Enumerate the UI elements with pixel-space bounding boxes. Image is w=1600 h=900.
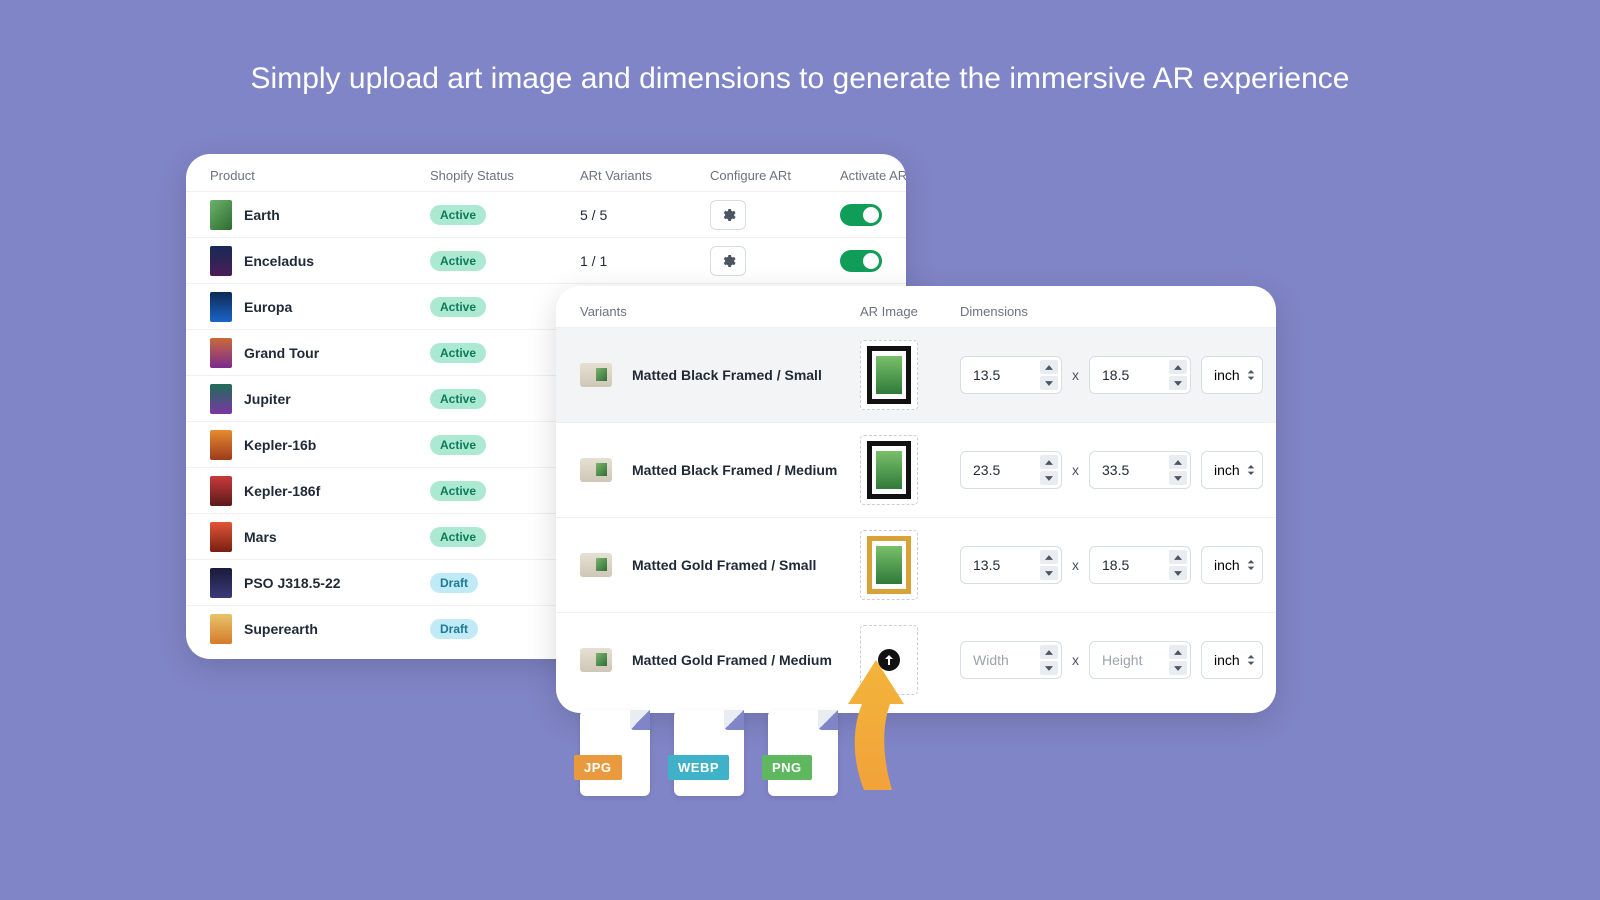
product-thumb: [210, 384, 232, 414]
product-name: Jupiter: [244, 391, 291, 407]
width-step-down[interactable]: [1040, 661, 1058, 675]
file-type-icons: JPG WEBP PNG: [580, 710, 838, 796]
ar-image-frame: [867, 441, 911, 499]
status-badge: Draft: [430, 619, 478, 639]
unit-select[interactable]: inch: [1201, 451, 1263, 489]
file-icon-jpg: JPG: [580, 710, 650, 796]
status-badge: Active: [430, 527, 486, 547]
product-row[interactable]: Enceladus Active 1 / 1: [186, 237, 906, 283]
status-badge: Draft: [430, 573, 478, 593]
status-badge: Active: [430, 481, 486, 501]
variant-row[interactable]: Matted Gold Framed / Small x inch: [556, 517, 1276, 612]
product-thumb: [210, 476, 232, 506]
headline: Simply upload art image and dimensions t…: [0, 62, 1600, 96]
product-table-header: Product Shopify Status ARt Variants Conf…: [186, 168, 906, 191]
status-badge: Active: [430, 389, 486, 409]
col-product: Product: [210, 168, 430, 183]
dimension-x: x: [1072, 462, 1079, 478]
product-row[interactable]: Earth Active 5 / 5: [186, 191, 906, 237]
ar-image-slot[interactable]: [860, 530, 918, 600]
height-step-down[interactable]: [1169, 376, 1187, 390]
variant-name: Matted Gold Framed / Medium: [632, 652, 860, 668]
unit-select[interactable]: inch: [1201, 641, 1263, 679]
upload-arrow-icon: [840, 630, 950, 790]
ar-image-frame: [867, 346, 911, 404]
width-step-up[interactable]: [1040, 455, 1058, 469]
file-icon-png: PNG: [768, 710, 838, 796]
status-badge: Active: [430, 251, 486, 271]
dimension-x: x: [1072, 557, 1079, 573]
product-thumb: [210, 568, 232, 598]
col-shopify-status: Shopify Status: [430, 168, 580, 183]
file-tag-webp: WEBP: [668, 755, 729, 780]
width-step-up[interactable]: [1040, 550, 1058, 564]
configure-button[interactable]: [710, 200, 746, 230]
dimension-x: x: [1072, 652, 1079, 668]
col-variants: Variants: [580, 304, 860, 319]
col-activate: Activate ARt: [840, 168, 906, 183]
height-step-up[interactable]: [1169, 360, 1187, 374]
variant-row[interactable]: Matted Black Framed / Small x inch: [556, 327, 1276, 422]
product-thumb: [210, 200, 232, 230]
variants-count: 1 / 1: [580, 253, 710, 269]
width-step-up[interactable]: [1040, 645, 1058, 659]
variant-row[interactable]: Matted Black Framed / Medium x inch: [556, 422, 1276, 517]
variant-thumb: [580, 363, 612, 387]
activate-toggle[interactable]: [840, 250, 882, 272]
activate-toggle[interactable]: [840, 204, 882, 226]
product-name: Mars: [244, 529, 277, 545]
product-name: Superearth: [244, 621, 318, 637]
col-configure: Configure ARt: [710, 168, 840, 183]
col-dimensions: Dimensions: [960, 304, 1252, 319]
width-step-up[interactable]: [1040, 360, 1058, 374]
height-step-up[interactable]: [1169, 550, 1187, 564]
dimension-x: x: [1072, 367, 1079, 383]
product-name: Grand Tour: [244, 345, 319, 361]
status-badge: Active: [430, 205, 486, 225]
product-name: Enceladus: [244, 253, 314, 269]
width-step-down[interactable]: [1040, 566, 1058, 580]
ar-image-slot[interactable]: [860, 435, 918, 505]
variants-count: 5 / 5: [580, 207, 710, 223]
height-step-up[interactable]: [1169, 455, 1187, 469]
status-badge: Active: [430, 435, 486, 455]
height-step-down[interactable]: [1169, 471, 1187, 485]
col-ar-image: AR Image: [860, 304, 960, 319]
height-step-down[interactable]: [1169, 566, 1187, 580]
product-name: Europa: [244, 299, 292, 315]
variant-thumb: [580, 458, 612, 482]
variant-name: Matted Black Framed / Small: [632, 367, 860, 383]
variant-thumb: [580, 553, 612, 577]
product-name: Earth: [244, 207, 280, 223]
variant-name: Matted Gold Framed / Small: [632, 557, 860, 573]
product-name: Kepler-186f: [244, 483, 320, 499]
ar-image-frame: [867, 536, 911, 594]
unit-select[interactable]: inch: [1201, 356, 1263, 394]
ar-image-slot[interactable]: [860, 340, 918, 410]
width-step-down[interactable]: [1040, 471, 1058, 485]
col-art-variants: ARt Variants: [580, 168, 710, 183]
configure-button[interactable]: [710, 246, 746, 276]
height-step-up[interactable]: [1169, 645, 1187, 659]
product-thumb: [210, 338, 232, 368]
variant-thumb: [580, 648, 612, 672]
width-step-down[interactable]: [1040, 376, 1058, 390]
status-badge: Active: [430, 297, 486, 317]
file-tag-png: PNG: [762, 755, 812, 780]
file-tag-jpg: JPG: [574, 755, 622, 780]
product-thumb: [210, 292, 232, 322]
variant-header: Variants AR Image Dimensions: [556, 304, 1276, 327]
variant-name: Matted Black Framed / Medium: [632, 462, 860, 478]
unit-select[interactable]: inch: [1201, 546, 1263, 584]
product-name: PSO J318.5-22: [244, 575, 341, 591]
product-name: Kepler-16b: [244, 437, 316, 453]
height-step-down[interactable]: [1169, 661, 1187, 675]
product-thumb: [210, 614, 232, 644]
file-icon-webp: WEBP: [674, 710, 744, 796]
product-thumb: [210, 522, 232, 552]
product-thumb: [210, 430, 232, 460]
product-thumb: [210, 246, 232, 276]
status-badge: Active: [430, 343, 486, 363]
